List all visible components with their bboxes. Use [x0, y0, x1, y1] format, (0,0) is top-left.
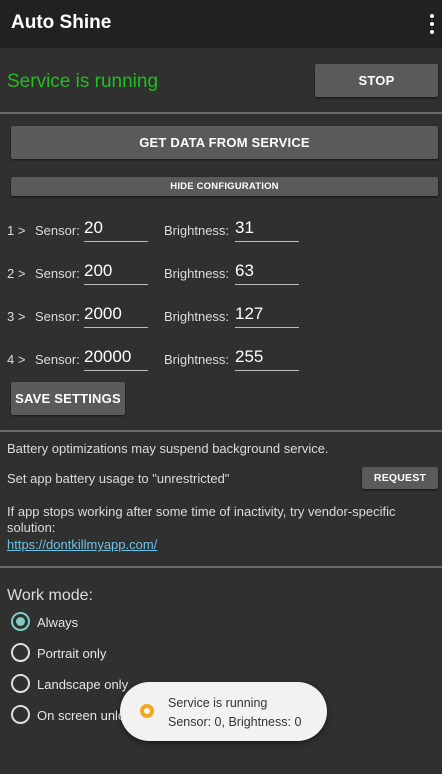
battery-usage-text: Set app battery usage to "unrestricted": [7, 471, 230, 486]
radio-always[interactable]: [11, 612, 30, 631]
battery-warning: Battery optimizations may suspend backgr…: [7, 441, 329, 456]
sensor-label: Sensor:: [35, 309, 80, 324]
app-title: Auto Shine: [11, 12, 112, 33]
brightness-label: Brightness:: [164, 266, 230, 281]
service-toast: Service is running Sensor: 0, Brightness…: [120, 682, 327, 741]
radio-label-always[interactable]: Always: [37, 615, 78, 630]
radio-label-landscape-only[interactable]: Landscape only: [37, 677, 128, 692]
row-index: 3 >: [7, 309, 26, 324]
config-row: 3 > Sensor: 2000 Brightness: 127: [0, 298, 442, 334]
sensor-input[interactable]: 20: [84, 212, 148, 242]
brightness-label: Brightness:: [164, 309, 230, 324]
brightness-label: Brightness:: [164, 352, 230, 367]
sensor-input[interactable]: 20000: [84, 341, 148, 371]
brightness-input[interactable]: 255: [235, 341, 299, 371]
brightness-label: Brightness:: [164, 223, 230, 238]
row-index: 4 >: [7, 352, 26, 367]
radio-label-portrait-only[interactable]: Portrait only: [37, 646, 106, 661]
vendor-hint: If app stops working after some time of …: [7, 504, 396, 535]
divider: [0, 430, 442, 432]
stop-button[interactable]: STOP: [315, 64, 438, 97]
hide-configuration-button[interactable]: HIDE CONFIGURATION: [11, 177, 438, 196]
radio-on-screen-unlock[interactable]: [11, 705, 30, 724]
save-settings-button[interactable]: SAVE SETTINGS: [11, 382, 125, 415]
radio-portrait-only[interactable]: [11, 643, 30, 662]
divider: [0, 566, 442, 568]
work-mode-title: Work mode:: [7, 587, 93, 604]
config-row: 4 > Sensor: 20000 Brightness: 255: [0, 341, 442, 377]
radio-label-on-screen-unlock[interactable]: On screen unlo: [37, 708, 125, 723]
app-bar: Auto Shine: [0, 0, 442, 48]
service-status: Service is running: [7, 71, 159, 92]
overflow-menu-icon[interactable]: [429, 14, 435, 34]
sensor-label: Sensor:: [35, 266, 80, 281]
row-index: 2 >: [7, 266, 26, 281]
get-data-button[interactable]: GET DATA FROM SERVICE: [11, 126, 438, 159]
config-row: 1 > Sensor: 20 Brightness: 31: [0, 212, 442, 248]
brightness-input[interactable]: 31: [235, 212, 299, 242]
brightness-input[interactable]: 127: [235, 298, 299, 328]
row-index: 1 >: [7, 223, 26, 238]
sensor-label: Sensor:: [35, 352, 80, 367]
request-button[interactable]: REQUEST: [362, 467, 438, 489]
toast-line-2: Sensor: 0, Brightness: 0: [168, 715, 302, 729]
brightness-input[interactable]: 63: [235, 255, 299, 285]
sensor-input[interactable]: 200: [84, 255, 148, 285]
sensor-label: Sensor:: [35, 223, 80, 238]
radio-landscape-only[interactable]: [11, 674, 30, 693]
sensor-input[interactable]: 2000: [84, 298, 148, 328]
toast-line-1: Service is running: [168, 696, 268, 710]
config-row: 2 > Sensor: 200 Brightness: 63: [0, 255, 442, 291]
app-icon: [140, 704, 154, 718]
dontkillmyapp-link[interactable]: https://dontkillmyapp.com/: [7, 537, 157, 552]
divider: [0, 112, 442, 114]
